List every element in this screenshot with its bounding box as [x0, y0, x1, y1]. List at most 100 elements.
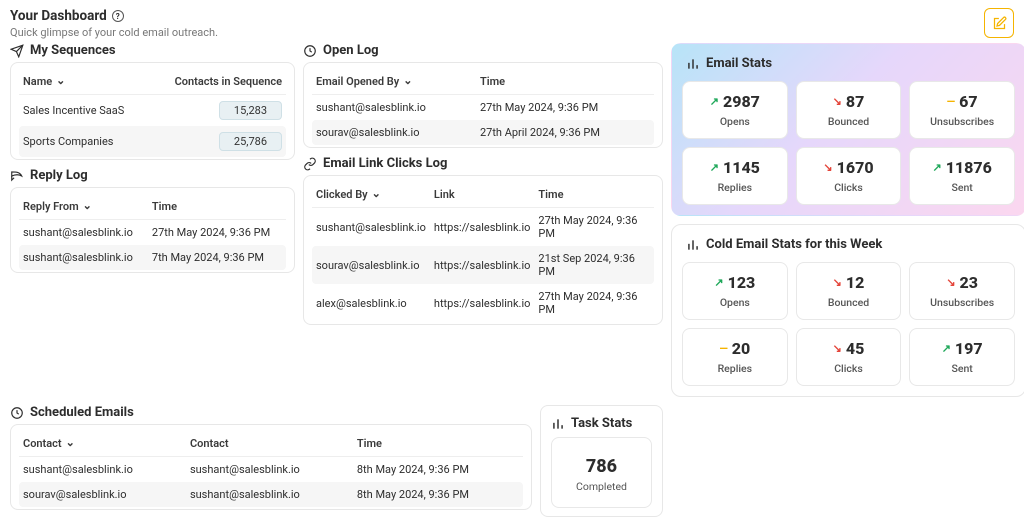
bar-chart-icon — [551, 417, 565, 431]
stat-label: Replies — [689, 181, 781, 194]
chevron-down-icon — [403, 75, 412, 88]
email-stats-card: Email Stats ↗2987Opens↘87Bounced—67Unsub… — [671, 43, 1024, 216]
stat-value: 23 — [960, 273, 978, 292]
table-row[interactable]: sushant@salesblink.io27th May 2024, 9:36… — [312, 95, 654, 121]
stat-label: Clicks — [803, 181, 895, 194]
task-stats-label: Completed — [558, 480, 645, 493]
stat-value: 197 — [955, 339, 983, 358]
chevron-down-icon — [66, 437, 75, 450]
stat-value: 20 — [732, 339, 750, 358]
table-row[interactable]: alex@salesblink.iohttps://salesblink.io2… — [312, 284, 654, 322]
open-log-table: Email Opened By Time sushant@salesblink.… — [312, 69, 654, 145]
stat-card: — 20 Replies — [682, 328, 788, 386]
stat-card: ↗ 2987 Opens — [682, 81, 788, 139]
col-link-header: Link — [430, 182, 535, 208]
table-row[interactable]: Sales Incentive SaaS15,283 — [19, 95, 286, 127]
trend-down-icon: ↘ — [833, 96, 842, 107]
table-row[interactable]: sushant@salesblink.iohttps://salesblink.… — [312, 208, 654, 247]
stat-label: Unsubscribes — [916, 115, 1008, 128]
col-time-header: Time — [353, 431, 523, 457]
trend-up-icon: ↗ — [932, 162, 941, 173]
open-log-title: Open Log — [323, 43, 379, 58]
table-row[interactable]: sushant@salesblink.io7th May 2024, 9:36 … — [19, 245, 286, 270]
stat-label: Bounced — [803, 296, 895, 309]
open-log-section: Open Log Email Opened By Time sushant@sa… — [303, 43, 663, 148]
col-time-header: Time — [534, 182, 654, 208]
stat-card: ↗ 123 Opens — [682, 262, 788, 320]
edit-dashboard-button[interactable] — [984, 8, 1014, 38]
link-clicks-title: Email Link Clicks Log — [323, 156, 447, 171]
week-stats-card: Cold Email Stats for this Week ↗ 123 Opens… — [671, 224, 1024, 397]
bar-chart-icon — [686, 57, 700, 71]
trend-down-icon: ↘ — [833, 343, 842, 354]
scheduled-emails-table: Contact Contact Time sushant@salesblink.… — [19, 431, 523, 507]
reply-icon — [10, 169, 24, 183]
sort-clicked-by[interactable]: Clicked By — [316, 188, 381, 201]
stat-card: ↘87Bounced — [796, 81, 902, 139]
stat-card: ↘ 45 Clicks — [796, 328, 902, 386]
table-row[interactable]: sushant@salesblink.io27th May 2024, 9:36… — [19, 220, 286, 246]
trend-up-icon: ↗ — [942, 343, 951, 354]
trend-down-icon: ↘ — [946, 277, 955, 288]
stat-label: Opens — [689, 296, 781, 309]
stat-value: 67 — [959, 92, 977, 111]
trend-up-icon: ↗ — [714, 277, 723, 288]
stat-value: 87 — [846, 92, 864, 111]
edit-icon — [992, 16, 1007, 31]
link-clicks-table: Clicked By Link Time sushant@salesblink.… — [312, 182, 654, 322]
stat-card: — 67 Unsubscribes — [909, 81, 1015, 139]
link-icon — [303, 157, 317, 171]
stat-value: 11876 — [946, 158, 992, 177]
contacts-badge: 25,786 — [219, 132, 282, 151]
table-row[interactable]: sourav@salesblink.io27th April 2024, 9:3… — [312, 120, 654, 145]
trend-down-icon: ↘ — [833, 277, 842, 288]
clock-icon — [10, 406, 24, 420]
stat-value: 2987 — [723, 92, 760, 111]
stat-value: 12 — [846, 273, 864, 292]
table-row[interactable]: Sports Companies25,786 — [19, 126, 286, 157]
stat-card: ↗1145Replies — [682, 147, 788, 205]
stat-label: Replies — [689, 362, 781, 375]
sort-contact[interactable]: Contact — [23, 437, 75, 450]
stat-value: 123 — [728, 273, 756, 292]
reply-log-table: Reply From Time sushant@salesblink.io27t… — [19, 194, 286, 270]
page-subtitle: Quick glimpse of your cold email outreac… — [10, 26, 218, 39]
stat-label: Opens — [689, 115, 781, 128]
col-contacts-header: Contacts in Sequence — [149, 69, 286, 95]
help-icon[interactable]: ? — [112, 10, 124, 22]
task-stats-title: Task Stats — [571, 416, 632, 431]
page-title-text: Your Dashboard — [10, 8, 107, 24]
table-row[interactable]: sourav@salesblink.iohttps://salesblink.i… — [312, 246, 654, 284]
table-row[interactable]: sourav@salesblink.iosushant@salesblink.i… — [19, 482, 523, 507]
col-contact2-header: Contact — [186, 431, 353, 457]
link-clicks-section: Email Link Clicks Log Clicked By Link Ti… — [303, 156, 663, 325]
stat-card: ↘23Unsubscribes — [909, 262, 1015, 320]
stat-value: 45 — [846, 339, 864, 358]
scheduled-emails-title: Scheduled Emails — [30, 405, 134, 420]
reply-log-section: Reply Log Reply From Time sushant@salesb… — [10, 168, 295, 273]
sort-opened-by[interactable]: Email Opened By — [316, 75, 412, 88]
bar-chart-icon — [686, 238, 700, 252]
trend-up-icon: ↗ — [710, 96, 719, 107]
stat-value: 1670 — [837, 158, 874, 177]
email-stats-title: Email Stats — [706, 56, 772, 71]
table-row[interactable]: sushant@salesblink.iosushant@salesblink.… — [19, 457, 523, 483]
trend-down-icon: ↘ — [823, 162, 832, 173]
clock-icon — [303, 44, 317, 58]
stat-card: ↘ 12 Bounced — [796, 262, 902, 320]
chevron-down-icon — [56, 75, 65, 88]
trend-up-icon: ↗ — [710, 162, 719, 173]
page-title: Your Dashboard ? — [10, 8, 218, 24]
stat-label: Clicks — [803, 362, 895, 375]
stat-card: ↗197Sent — [909, 328, 1015, 386]
trend-dash-icon: — — [719, 343, 727, 354]
my-sequences-title: My Sequences — [30, 43, 116, 58]
scheduled-emails-section: Scheduled Emails Contact Contact Time su… — [10, 405, 532, 510]
week-stats-title: Cold Email Stats for this Week — [706, 237, 882, 252]
reply-log-title: Reply Log — [30, 168, 88, 183]
sort-reply-from[interactable]: Reply From — [23, 200, 92, 213]
trend-dash-icon: — — [947, 96, 955, 107]
task-stats-value: 786 — [558, 456, 645, 477]
col-time-header: Time — [476, 69, 654, 95]
sort-name[interactable]: Name — [23, 75, 65, 88]
